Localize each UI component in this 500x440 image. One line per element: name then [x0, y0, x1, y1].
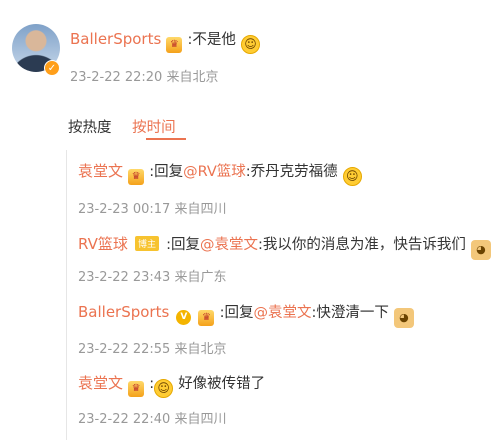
fan-crown-icon: ♛: [198, 309, 215, 326]
reply-text: :快澄清一下: [311, 305, 389, 321]
reply-row: BallerSports V ♛ :回复@袁堂文:快澄清一下 ◕: [78, 301, 414, 328]
post-source: 来自北京: [166, 70, 219, 85]
reply-meta: 23-2-22 22:40 来自四川: [78, 408, 227, 427]
fan-crown-icon: ♛: [166, 36, 183, 53]
reply-time: 23-2-22 22:40: [78, 412, 171, 427]
gold-verified-icon: V: [176, 309, 192, 325]
reply-prefix: :回复: [149, 164, 184, 180]
reply-text: :乔丹克劳福德: [245, 164, 338, 180]
reply-row: 袁堂文 ♛ :回复@RV篮球:乔丹克劳福德 ☺: [78, 160, 362, 186]
laugh-emoji-icon: ☺: [342, 166, 362, 186]
mention-link[interactable]: @RV篮球: [183, 164, 246, 180]
post-time: 23-2-22 22:20: [70, 70, 163, 85]
sort-by-hot[interactable]: 按热度: [68, 120, 112, 136]
reply-meta: 23-2-22 23:43 来自广东: [78, 266, 227, 285]
sort-bar: 按热度 按时间: [68, 116, 176, 137]
doge-emoji-icon: ◕: [393, 307, 414, 328]
laugh-emoji-icon: ☺: [240, 34, 260, 54]
reply-prefix: :回复: [219, 305, 254, 321]
post-author[interactable]: BallerSports: [70, 30, 161, 48]
reply-time: 23-2-22 23:43: [78, 270, 171, 285]
sort-by-time[interactable]: 按时间: [132, 120, 176, 136]
reply-meta: 23-2-22 22:55 来自北京: [78, 338, 227, 357]
reply-author[interactable]: BallerSports: [78, 303, 169, 321]
reply-meta: 23-2-23 00:17 来自四川: [78, 198, 227, 217]
reply-prefix: :回复: [166, 237, 200, 253]
cry-laugh-emoji-icon: ☺: [154, 378, 174, 398]
reply-source: 来自广东: [174, 270, 227, 285]
reply-source: 来自四川: [174, 202, 227, 217]
post-header: BallerSports ♛ :不是他 ☺: [70, 28, 260, 54]
fan-crown-icon: ♛: [128, 380, 145, 397]
reply-source: 来自四川: [174, 412, 227, 427]
reply-text: :我以你的消息为准，快告诉我们: [257, 237, 466, 253]
reply-author[interactable]: 袁堂文: [78, 162, 123, 180]
post-text: :不是他: [187, 32, 236, 48]
mention-link[interactable]: @袁堂文: [253, 305, 311, 321]
blogger-badge: 博主: [134, 236, 159, 251]
verified-badge-icon: ✓: [44, 60, 60, 76]
reply-row: 袁堂文 ♛ : ☺ 好像被传错了: [78, 372, 265, 398]
reply-row: RV篮球 博主 :回复@袁堂文:我以你的消息为准，快告诉我们 ◕: [78, 233, 491, 260]
reply-text: 好像被传错了: [178, 376, 266, 392]
reply-author[interactable]: 袁堂文: [78, 374, 123, 392]
fan-crown-icon: ♛: [128, 168, 145, 185]
sort-active-indicator: [146, 138, 186, 140]
reply-author[interactable]: RV篮球: [78, 235, 128, 253]
reply-source: 来自北京: [174, 342, 227, 357]
reply-time: 23-2-22 22:55: [78, 342, 171, 357]
reply-time: 23-2-23 00:17: [78, 202, 171, 217]
doge-emoji-icon: ◕: [470, 239, 491, 260]
mention-link[interactable]: @袁堂文: [200, 237, 258, 253]
post-meta: 23-2-22 22:20 来自北京: [70, 66, 219, 85]
